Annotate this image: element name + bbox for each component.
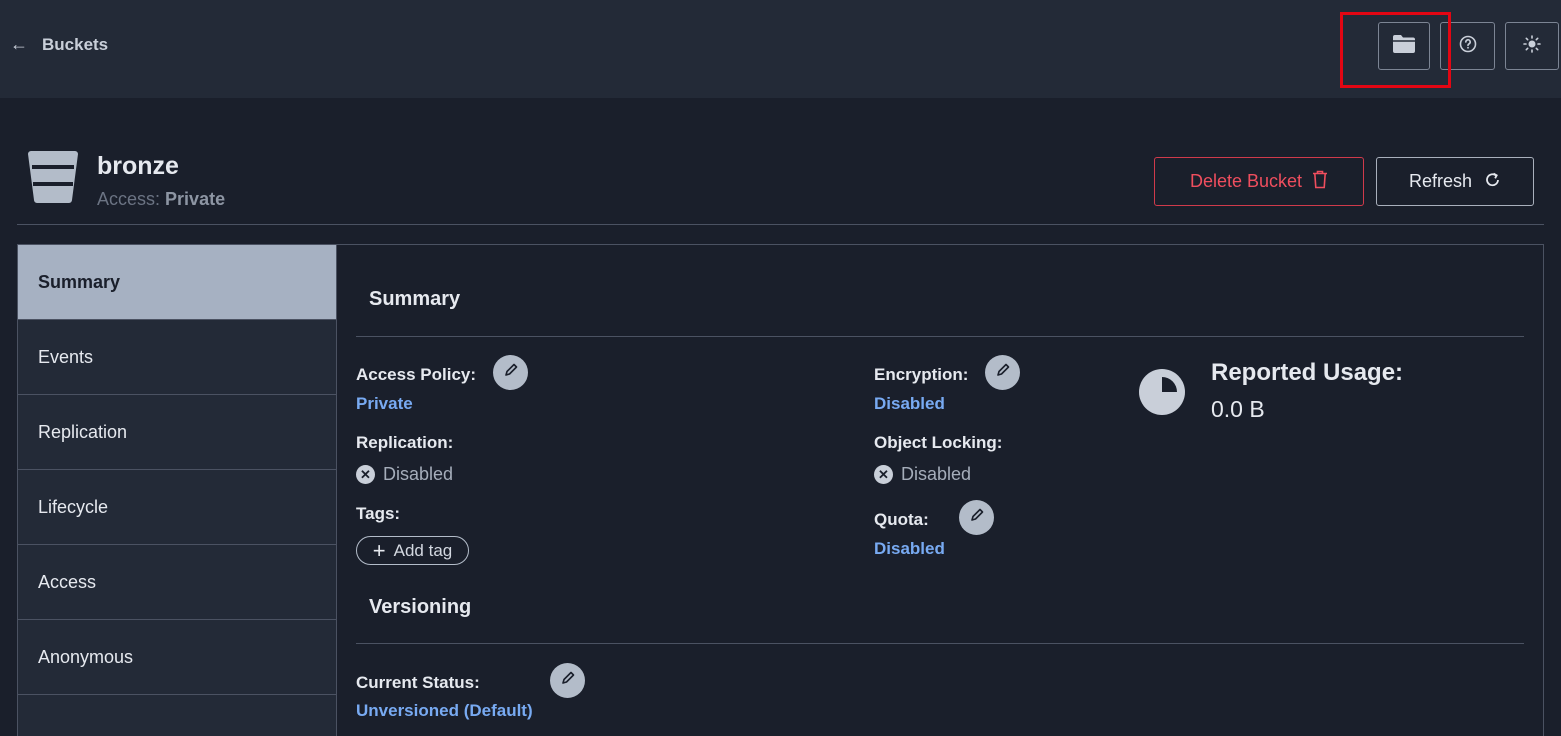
access-policy-value[interactable]: Private (356, 394, 413, 414)
tags-label: Tags: (356, 504, 401, 523)
bucket-name: bronze (97, 152, 179, 180)
quota-value[interactable]: Disabled (874, 539, 945, 559)
plus-icon: + (372, 537, 386, 563)
replication-value: Disabled (383, 464, 454, 484)
access-policy-label: Access Policy: (356, 365, 477, 384)
tab-anonymous[interactable]: Anonymous (18, 620, 336, 695)
back-arrow-icon: ← (10, 34, 28, 54)
versioning-divider (356, 643, 1524, 644)
current-status-label: Current Status: (356, 673, 480, 692)
folder-icon (1392, 34, 1416, 59)
back-label: Buckets (42, 34, 109, 54)
disabled-x-icon: ✕ (356, 465, 375, 484)
edit-quota-button[interactable] (959, 500, 994, 535)
tab-summary[interactable]: Summary (18, 245, 336, 320)
delete-bucket-button[interactable]: Delete Bucket (1154, 157, 1364, 206)
access-label: Access: (97, 189, 161, 209)
replication-label: Replication: (356, 433, 454, 452)
summary-divider (356, 336, 1524, 337)
theme-toggle-button[interactable] (1505, 22, 1559, 70)
object-locking-label: Object Locking: (874, 433, 1003, 452)
usage-pie-icon (1138, 368, 1186, 421)
edit-access-policy-button[interactable] (493, 355, 528, 390)
summary-title: Summary (369, 288, 461, 310)
bucket-icon (26, 150, 80, 209)
reported-usage-value: 0.0 B (1211, 396, 1265, 422)
tab-replication[interactable]: Replication (18, 395, 336, 470)
back-to-buckets-link[interactable]: ← Buckets (10, 34, 108, 55)
pencil-icon (969, 507, 985, 528)
versioning-title: Versioning (369, 596, 472, 618)
refresh-label: Refresh (1408, 171, 1473, 191)
object-browser-button[interactable] (1378, 22, 1430, 70)
help-icon (1459, 35, 1477, 58)
access-value: Private (165, 189, 226, 209)
object-locking-value: Disabled (901, 464, 972, 484)
theme-sun-icon (1523, 34, 1541, 58)
refresh-button[interactable]: Refresh (1376, 157, 1534, 206)
top-bar: ← Buckets (0, 0, 1561, 98)
edit-encryption-button[interactable] (985, 355, 1020, 390)
bucket-sidebar: Summary Events Replication Lifecycle Acc… (17, 244, 337, 736)
pencil-icon (560, 670, 576, 691)
add-tag-label: Add tag (393, 540, 453, 560)
edit-versioning-button[interactable] (550, 663, 585, 698)
quota-label: Quota: (874, 510, 929, 529)
tab-access[interactable]: Access (18, 545, 336, 620)
pencil-icon (995, 362, 1011, 383)
replication-status: ✕ Disabled (356, 464, 453, 485)
header-divider (17, 224, 1544, 225)
tab-lifecycle[interactable]: Lifecycle (18, 470, 336, 545)
summary-panel (337, 244, 1544, 736)
delete-bucket-label: Delete Bucket (1189, 171, 1303, 191)
reported-usage-label: Reported Usage: (1211, 359, 1404, 386)
refresh-icon (1484, 171, 1501, 193)
encryption-label: Encryption: (874, 365, 969, 384)
current-status-value[interactable]: Unversioned (Default) (356, 701, 533, 721)
trash-icon (1312, 170, 1328, 194)
object-locking-status: ✕ Disabled (874, 464, 971, 485)
pencil-icon (503, 362, 519, 383)
help-button[interactable] (1440, 22, 1495, 70)
tab-events[interactable]: Events (18, 320, 336, 395)
disabled-x-icon: ✕ (874, 465, 893, 484)
add-tag-button[interactable]: + Add tag (356, 536, 469, 565)
encryption-value[interactable]: Disabled (874, 394, 945, 414)
bucket-access: Access: Private (97, 189, 225, 210)
